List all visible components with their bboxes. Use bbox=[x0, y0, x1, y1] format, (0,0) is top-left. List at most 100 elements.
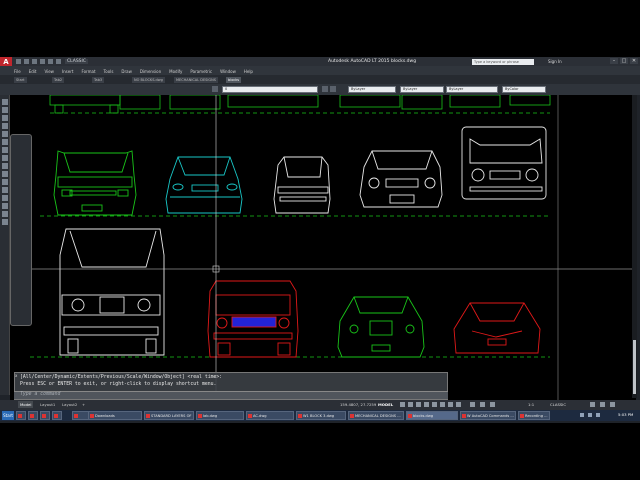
point-icon[interactable] bbox=[2, 171, 8, 177]
table-icon[interactable] bbox=[2, 203, 8, 209]
menu-window[interactable]: Window bbox=[220, 69, 236, 74]
lineweight-icon[interactable] bbox=[448, 402, 453, 407]
taskbar-clock[interactable]: 5:03 PM bbox=[618, 412, 633, 417]
application-menu-button[interactable]: A bbox=[0, 57, 12, 66]
command-close-icon[interactable]: x bbox=[15, 374, 19, 378]
open-icon[interactable] bbox=[24, 59, 29, 64]
menu-modify[interactable]: Modify bbox=[169, 69, 182, 74]
menu-parametric[interactable]: Parametric bbox=[190, 69, 212, 74]
minimize-button[interactable]: – bbox=[610, 58, 618, 64]
file-tab-2[interactable]: Tab2 bbox=[52, 77, 65, 83]
taskbar-item-autocad-commands[interactable]: W AutoCAD Commands ... bbox=[460, 411, 516, 420]
polyline-icon[interactable] bbox=[2, 107, 8, 113]
make-current-icon[interactable] bbox=[322, 86, 328, 92]
file-tab-3[interactable]: Tab3 bbox=[92, 77, 105, 83]
region-icon[interactable] bbox=[2, 195, 8, 201]
ortho-icon[interactable] bbox=[416, 402, 421, 407]
new-icon[interactable] bbox=[16, 59, 21, 64]
taskbar-item-ac[interactable]: AC.dwg bbox=[246, 411, 294, 420]
selection-cycling-icon[interactable] bbox=[470, 402, 475, 407]
insert-block-icon[interactable] bbox=[2, 163, 8, 169]
add-selected-icon[interactable] bbox=[2, 219, 8, 225]
taskbar-app[interactable] bbox=[52, 411, 62, 420]
workspace-switch[interactable]: CLASSIC bbox=[550, 402, 566, 407]
tray-network-icon[interactable] bbox=[580, 413, 584, 417]
annotation-visibility-icon[interactable] bbox=[480, 402, 485, 407]
vertical-scroll-thumb[interactable] bbox=[633, 340, 636, 394]
menu-insert[interactable]: Insert bbox=[62, 69, 73, 74]
taskbar-item-mechanical[interactable]: MECHANICAL DESIGNS ... bbox=[348, 411, 404, 420]
mtext-icon[interactable] bbox=[2, 211, 8, 217]
taskbar-item-blocks[interactable]: blocks.dwg bbox=[406, 411, 458, 420]
taskbar-browser[interactable] bbox=[28, 411, 38, 420]
line-icon[interactable] bbox=[2, 99, 8, 105]
print-icon[interactable] bbox=[40, 59, 45, 64]
grid-icon[interactable] bbox=[400, 402, 405, 407]
save-icon[interactable] bbox=[32, 59, 37, 64]
taskbar-item-lab[interactable]: lab.dwg bbox=[196, 411, 244, 420]
file-tab-mechanical[interactable]: MECHANICAL DESIGNS bbox=[174, 77, 218, 83]
layer-dropdown[interactable]: 0 bbox=[222, 86, 318, 93]
side-palette-panel[interactable] bbox=[10, 134, 32, 326]
taskbar-explorer[interactable] bbox=[16, 411, 26, 420]
search-input[interactable]: Type a keyword or phrase bbox=[472, 58, 534, 65]
taskbar-item-w1-block[interactable]: W1 BLOCK 3.dwg bbox=[296, 411, 346, 420]
file-tab-start[interactable]: Start bbox=[14, 77, 27, 83]
polygon-icon[interactable] bbox=[2, 115, 8, 121]
menu-view[interactable]: View bbox=[44, 69, 54, 74]
layer-previous-icon[interactable] bbox=[330, 86, 336, 92]
ellipse-icon[interactable] bbox=[2, 155, 8, 161]
workspace-selector[interactable]: CLASSIC bbox=[65, 59, 89, 64]
gradient-icon[interactable] bbox=[2, 187, 8, 193]
annotation-scale[interactable]: 1:1 bbox=[528, 402, 534, 407]
taskbar-item-standard-layers[interactable]: STANDARD LAYERS OF ... bbox=[144, 411, 194, 420]
layout-tab-layout1[interactable]: Layout1 bbox=[38, 401, 57, 408]
command-input[interactable] bbox=[14, 391, 448, 399]
linetype-dropdown[interactable]: ByLayer bbox=[400, 86, 444, 93]
file-tab-blocks[interactable]: blocks bbox=[226, 77, 242, 83]
menu-draw[interactable]: Draw bbox=[121, 69, 131, 74]
menu-tools[interactable]: Tools bbox=[104, 69, 114, 74]
layer-properties-icon[interactable] bbox=[212, 86, 218, 92]
plotstyle-dropdown[interactable]: ByColor bbox=[502, 86, 546, 93]
add-layout-button[interactable]: + bbox=[80, 401, 87, 408]
menu-dimension[interactable]: Dimension bbox=[140, 69, 161, 74]
file-tab-no-blocks[interactable]: NO BLOCKS.dwg bbox=[132, 77, 165, 83]
color-dropdown[interactable]: ByLayer bbox=[348, 86, 396, 93]
drawing-canvas[interactable] bbox=[10, 95, 636, 410]
maximize-button[interactable]: □ bbox=[620, 58, 628, 64]
menu-format[interactable]: Format bbox=[81, 69, 95, 74]
rectangle-icon[interactable] bbox=[2, 123, 8, 129]
isolate-objects-icon[interactable] bbox=[600, 402, 605, 407]
clean-screen-icon[interactable] bbox=[610, 402, 615, 407]
auto-scale-icon[interactable] bbox=[490, 402, 495, 407]
model-space-toggle[interactable]: MODEL bbox=[378, 402, 393, 407]
menu-edit[interactable]: Edit bbox=[29, 69, 37, 74]
layout-tab-layout2[interactable]: Layout2 bbox=[60, 401, 79, 408]
taskbar-media[interactable] bbox=[40, 411, 50, 420]
lineweight-dropdown[interactable]: ByLayer bbox=[446, 86, 498, 93]
customization-icon[interactable] bbox=[590, 402, 595, 407]
tray-flag-icon[interactable] bbox=[596, 413, 600, 417]
menu-file[interactable]: File bbox=[14, 69, 21, 74]
start-button[interactable]: Start bbox=[2, 411, 14, 420]
polar-icon[interactable] bbox=[424, 402, 429, 407]
hatch-icon[interactable] bbox=[2, 179, 8, 185]
snap-icon[interactable] bbox=[408, 402, 413, 407]
close-button[interactable]: ✕ bbox=[630, 58, 638, 64]
menu-help[interactable]: Help bbox=[244, 69, 253, 74]
transparency-icon[interactable] bbox=[456, 402, 461, 407]
arc-icon[interactable] bbox=[2, 131, 8, 137]
circle-icon[interactable] bbox=[2, 139, 8, 145]
tray-volume-icon[interactable] bbox=[588, 413, 592, 417]
drawing-area[interactable] bbox=[10, 95, 636, 410]
undo-icon[interactable] bbox=[48, 59, 53, 64]
sign-in-button[interactable]: Sign In bbox=[548, 59, 562, 64]
osnap-icon[interactable] bbox=[432, 402, 437, 407]
otrack-icon[interactable] bbox=[440, 402, 445, 407]
taskbar-item-recording[interactable]: Recording ... bbox=[518, 411, 550, 420]
spline-icon[interactable] bbox=[2, 147, 8, 153]
layout-tab-model[interactable]: Model bbox=[18, 401, 34, 408]
redo-icon[interactable] bbox=[56, 59, 61, 64]
taskbar-item-downloads-label[interactable]: Downloads bbox=[88, 411, 142, 420]
